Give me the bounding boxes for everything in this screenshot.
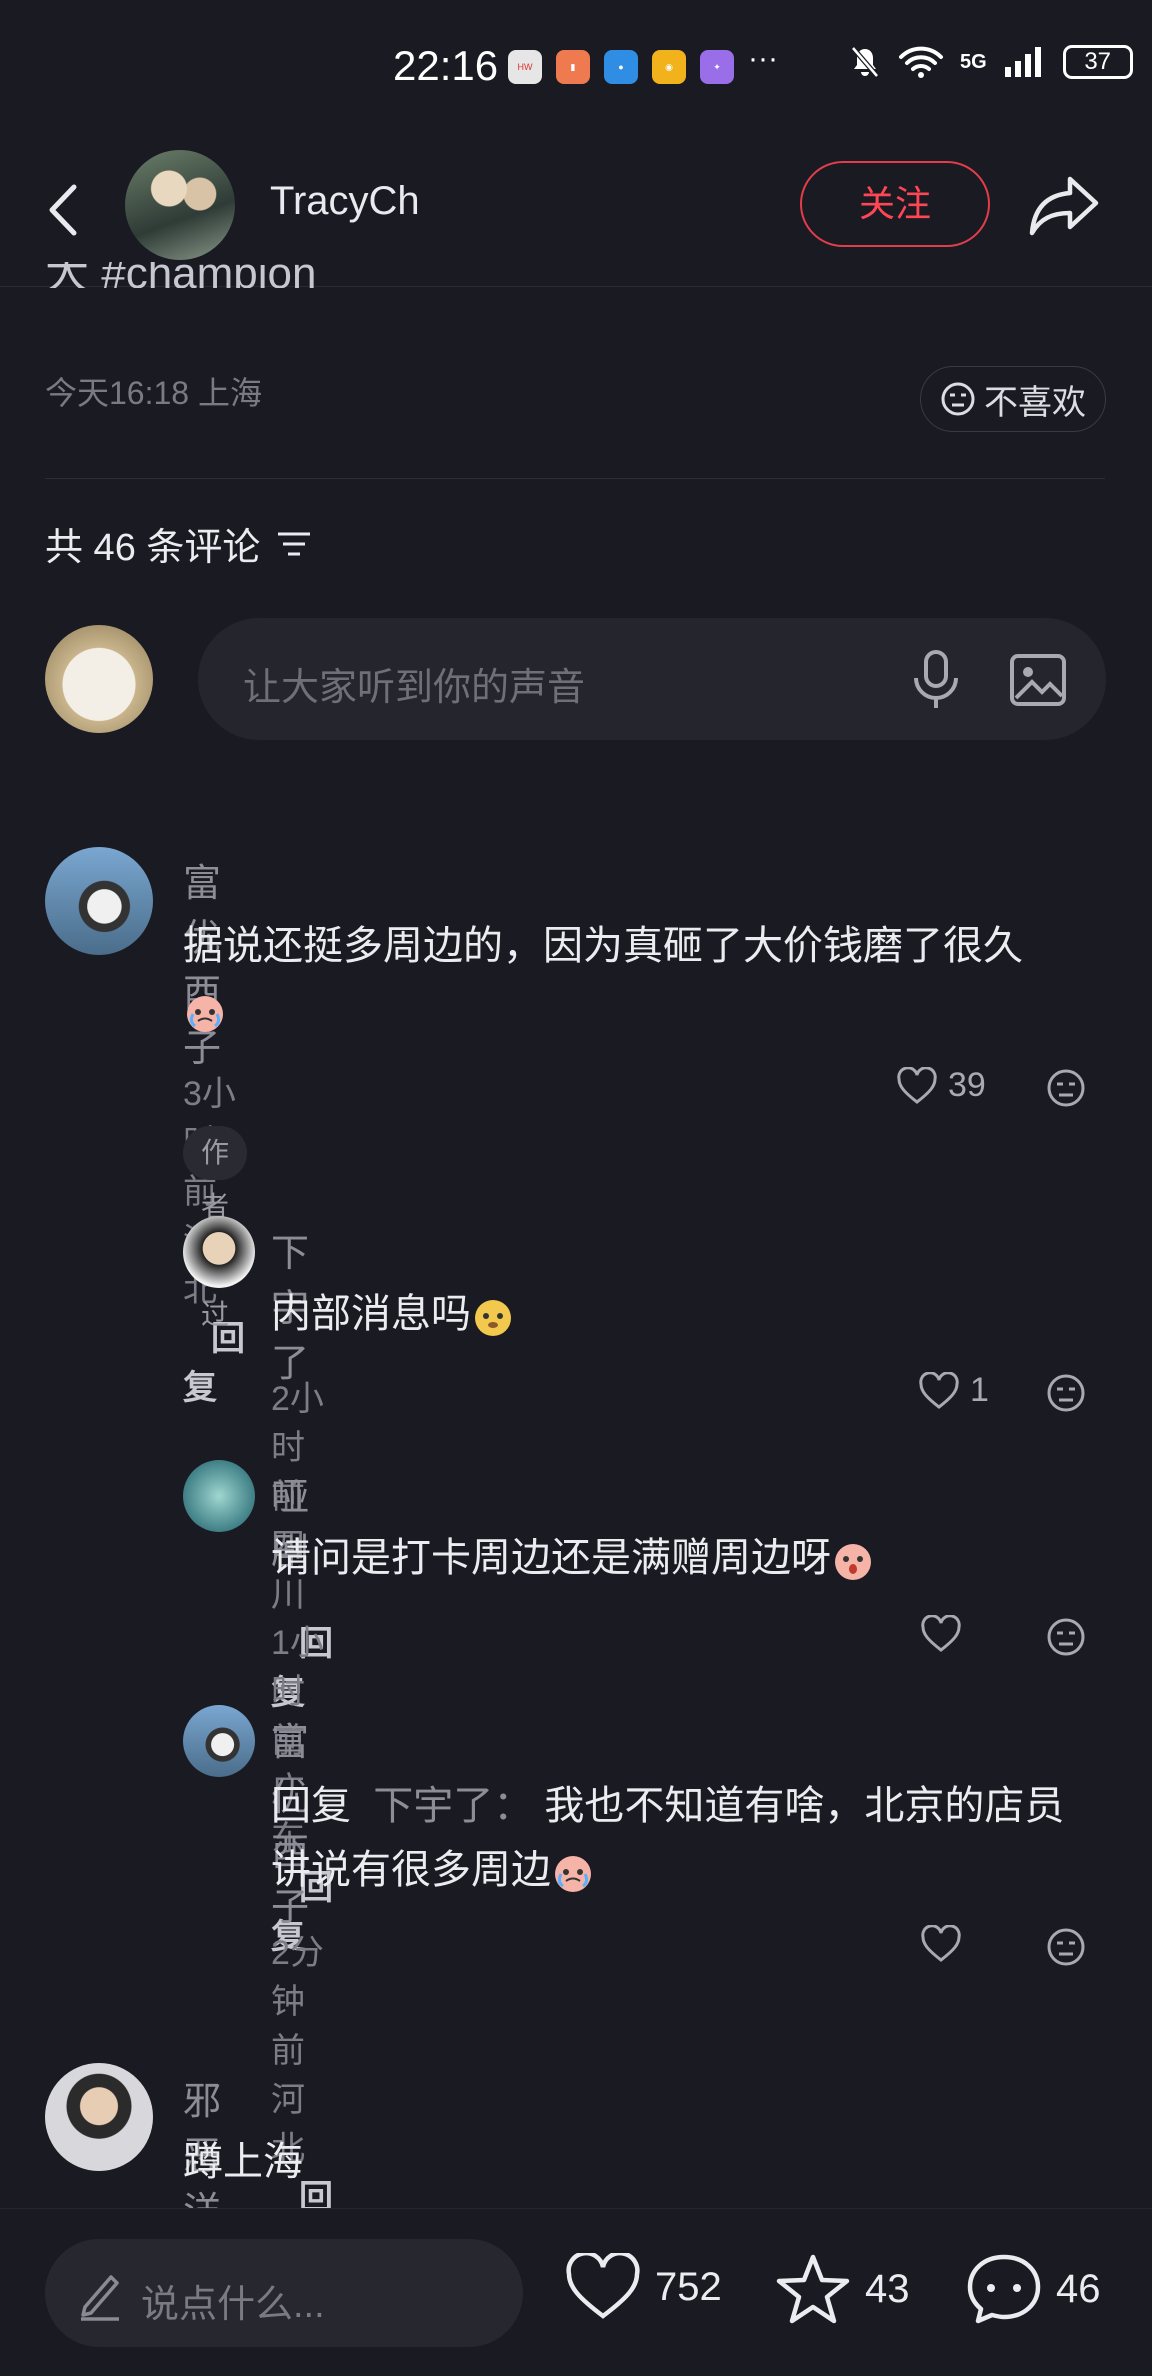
image-icon[interactable]	[1008, 652, 1068, 708]
doge-emoji-icon	[475, 1300, 511, 1337]
dislike-face-icon[interactable]	[1046, 1617, 1086, 1657]
post-collect-count: 43	[865, 2266, 910, 2311]
divider	[45, 478, 1105, 479]
notification-icons: HW ▮ ● ◉ ✦	[508, 50, 734, 84]
books-app-icon: ▮	[556, 50, 590, 84]
commenter-avatar[interactable]	[183, 1460, 255, 1532]
crying-emoji-icon	[187, 996, 223, 1033]
comment-input-placeholder: 让大家听到你的声音	[243, 667, 586, 709]
dislike-button[interactable]: 不喜欢	[920, 366, 1106, 432]
system-icons: 5G 37	[848, 45, 1133, 79]
status-time: 22:16	[393, 42, 499, 89]
comment-bubble-icon	[967, 2254, 1041, 2324]
comment-text-body: 内部消息吗	[271, 1292, 471, 1336]
comment-text: 内部消息吗	[271, 1282, 1091, 1346]
neutral-face-icon	[941, 382, 975, 416]
dislike-face-icon[interactable]	[1046, 1373, 1086, 1413]
bottom-action-bar: 说点什么... 752 43 46	[0, 2208, 1152, 2376]
chat-app-icon: ●	[604, 50, 638, 84]
like-count: 39	[948, 1066, 986, 1104]
comment-text: 据说还挺多周边的，因为真砸了大价钱磨了很久	[183, 914, 1083, 1042]
reply-prefix: 回复	[271, 1784, 351, 1828]
comment-text: 回复 下宇了： 我也不知道有啥，北京的店员讲说有很多周边	[271, 1774, 1101, 1902]
heart-icon	[919, 1371, 959, 1409]
heart-icon	[921, 1615, 961, 1652]
post-collect-button[interactable]: 43	[775, 2253, 910, 2325]
assistant-app-icon: ✦	[700, 50, 734, 84]
comment-count-label: 共 46 条评论	[45, 527, 261, 569]
heart-icon	[566, 2253, 640, 2319]
follow-button[interactable]: 关注	[800, 161, 990, 247]
battery-indicator: 37	[1062, 45, 1133, 79]
post-time-location: 今天16:18 上海	[45, 375, 262, 411]
post-comment-count: 46	[1056, 2266, 1101, 2311]
like-button[interactable]	[920, 1925, 962, 1963]
sort-icon[interactable]	[276, 529, 312, 559]
like-button[interactable]	[920, 1615, 962, 1653]
huawei-app-icon: HW	[508, 50, 542, 84]
like-button[interactable]: 39	[896, 1066, 986, 1105]
mute-icon	[851, 46, 879, 78]
comment-text-body: 请问是打卡周边还是满赠周边呀	[271, 1536, 831, 1580]
shocked-emoji-icon	[835, 1544, 871, 1581]
like-count: 1	[970, 1371, 989, 1409]
commenter-avatar[interactable]	[183, 1705, 255, 1777]
commenter-avatar[interactable]	[45, 2063, 153, 2171]
star-icon	[776, 2254, 850, 2324]
reply-target[interactable]: 下宇了：	[373, 1784, 533, 1828]
comment-input[interactable]: 让大家听到你的声音	[198, 618, 1106, 740]
heart-icon	[897, 1066, 937, 1104]
comment-count-header: 共 46 条评论	[45, 516, 312, 571]
back-icon[interactable]	[40, 175, 90, 245]
like-button[interactable]: 1	[918, 1371, 989, 1410]
weibo-app-icon: ◉	[652, 50, 686, 84]
dislike-face-icon[interactable]	[1046, 1927, 1086, 1967]
comment-text-body: 据说还挺多周边的，因为真砸了大价钱磨了很久	[183, 924, 1023, 968]
signal-icon	[1004, 47, 1041, 77]
say-placeholder: 说点什么...	[141, 2284, 325, 2326]
dislike-label: 不喜欢	[984, 383, 1086, 422]
heart-icon	[921, 1925, 961, 1962]
post-comment-button[interactable]: 46	[966, 2253, 1101, 2325]
dislike-face-icon[interactable]	[1046, 1068, 1086, 1108]
more-notifications-icon: ···	[748, 42, 778, 75]
comment-text: 蹲上海	[183, 2140, 303, 2184]
wifi-icon	[899, 46, 943, 78]
author-liked-badge: 作者赞过	[183, 1126, 248, 1330]
microphone-icon[interactable]	[908, 648, 964, 712]
comment-text: 请问是打卡周边还是满赠周边呀	[271, 1526, 1091, 1590]
crying-emoji-icon	[555, 1856, 591, 1893]
my-avatar	[45, 625, 153, 733]
status-bar: 22:16 HW ▮ ● ◉ ✦ ··· 5G 37	[0, 0, 1152, 135]
network-type: 5G	[960, 50, 987, 73]
commenter-avatar[interactable]	[45, 847, 153, 955]
say-something-input[interactable]: 说点什么...	[45, 2239, 523, 2347]
pen-icon	[81, 2275, 119, 2321]
post-like-count: 752	[655, 2264, 722, 2309]
share-icon[interactable]	[1028, 173, 1100, 239]
post-text-fragment: 大 #champion	[45, 262, 317, 288]
commenter-avatar[interactable]	[183, 1216, 255, 1288]
post-like-button[interactable]: 752	[565, 2253, 722, 2321]
author-name[interactable]: TracyCh	[270, 179, 420, 224]
author-avatar[interactable]	[125, 150, 235, 260]
